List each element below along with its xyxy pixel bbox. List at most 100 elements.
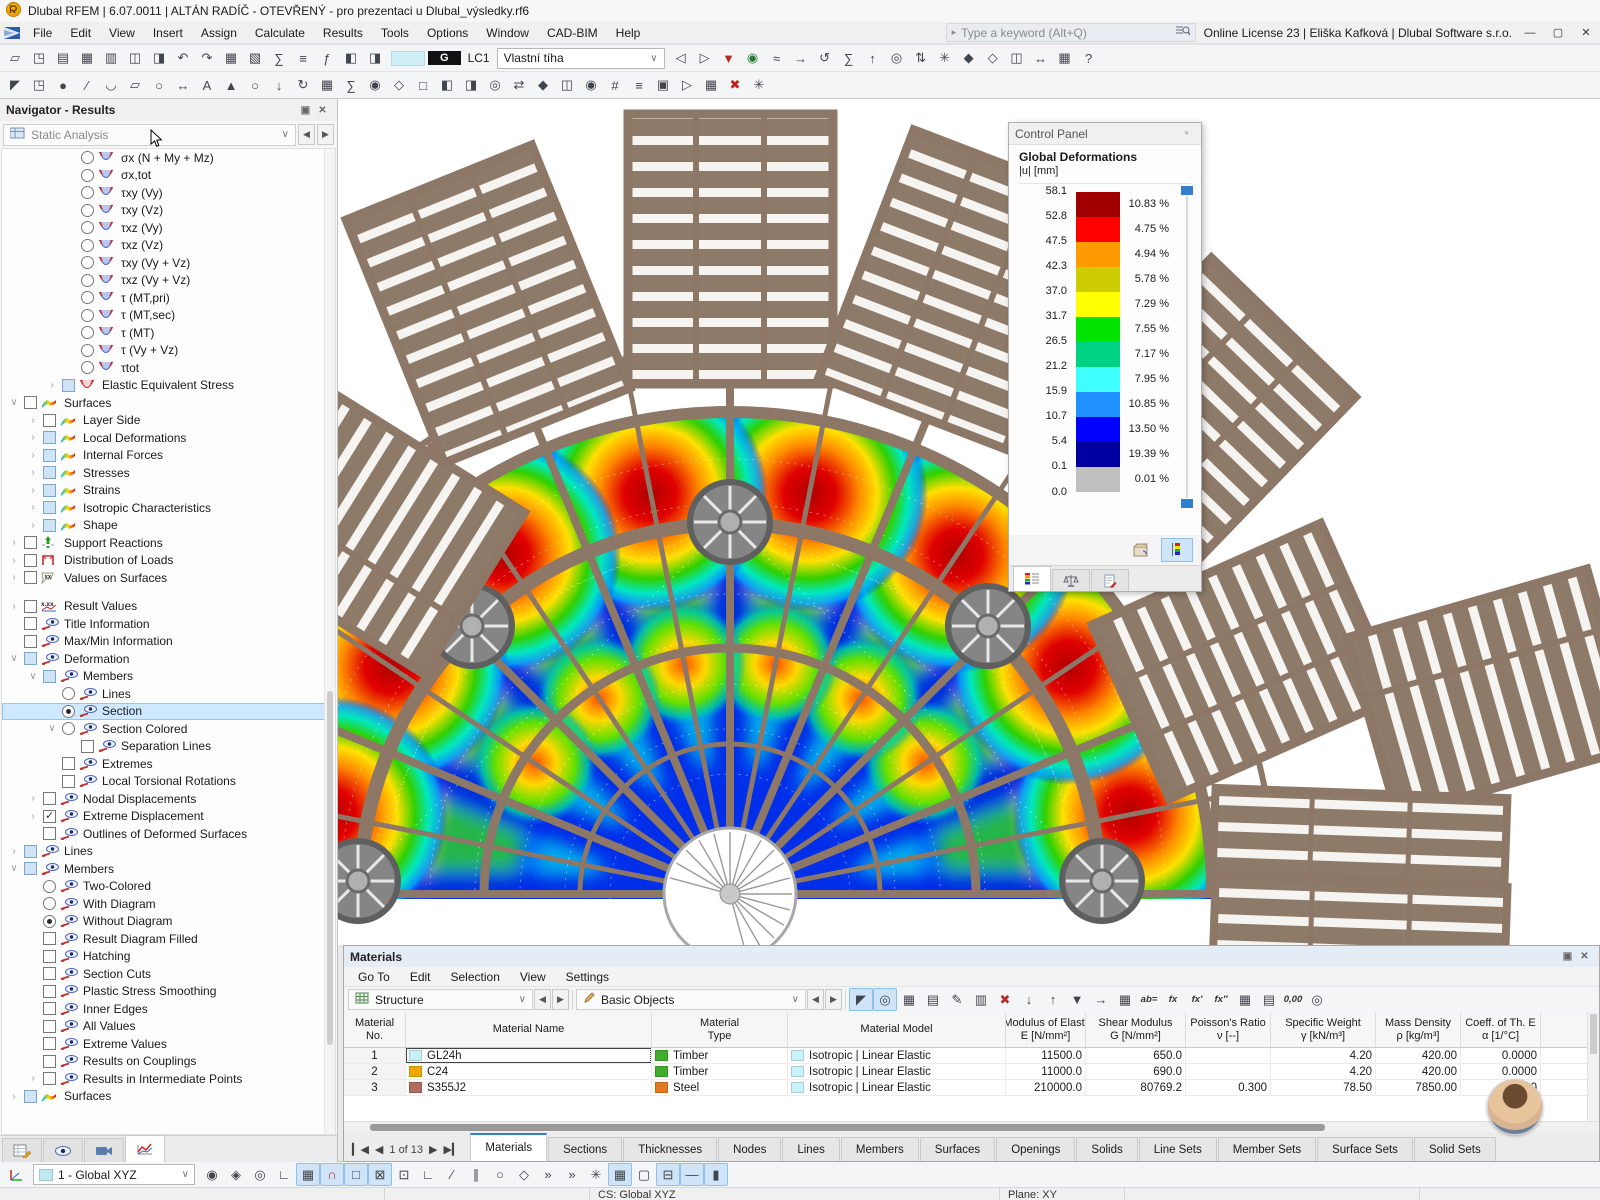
layers-icon[interactable]: ⊟ (656, 1163, 680, 1186)
deformation-model-view[interactable] (338, 99, 1600, 945)
tree-item[interactable]: › Shape (2, 517, 335, 535)
table-horizontal-scrollbar[interactable] (344, 1121, 1599, 1132)
expander-icon[interactable]: › (27, 485, 39, 496)
tree-item-control[interactable] (24, 635, 37, 648)
clipping-icon[interactable]: ◫ (1005, 47, 1029, 70)
reference-icon[interactable]: » (560, 1163, 584, 1186)
tree-item-control[interactable] (24, 862, 37, 875)
tree-item-control[interactable] (81, 186, 94, 199)
ortho-icon[interactable]: □ (344, 1163, 368, 1186)
dimension-icon[interactable]: ↔ (171, 74, 195, 97)
tree-scrollbar[interactable] (324, 149, 335, 1134)
function-2-icon[interactable]: fx′ (1185, 988, 1209, 1011)
tree-item-control[interactable] (43, 985, 56, 998)
tree-item-control[interactable] (81, 291, 94, 304)
material-type-cell[interactable]: Steel (652, 1080, 788, 1095)
table-tab[interactable]: Nodes (718, 1137, 781, 1161)
view-side-icon[interactable]: ◨ (459, 74, 483, 97)
tree-item[interactable]: › Nodal Displacements (2, 790, 335, 808)
panel-menu-icon[interactable]: ▫ (1178, 126, 1195, 142)
expander-icon[interactable]: ∨ (8, 653, 20, 664)
expander-icon[interactable]: › (27, 793, 39, 804)
column-header[interactable]: Material Model (788, 1012, 1006, 1047)
quadrant-snap-icon[interactable]: ◇ (512, 1163, 536, 1186)
tree-item-control[interactable] (81, 204, 94, 217)
extension-icon[interactable]: » (536, 1163, 560, 1186)
animation-icon[interactable]: ▷ (675, 74, 699, 97)
print-graphic-icon[interactable]: ▦ (1053, 47, 1077, 70)
tree-item-control[interactable] (43, 519, 56, 532)
tree-item[interactable]: With Diagram (2, 895, 335, 913)
hinge-tool-icon[interactable]: ○ (243, 74, 267, 97)
parallel-icon[interactable]: ∥ (464, 1163, 488, 1186)
tree-item-control[interactable] (81, 326, 94, 339)
select-relation-icon[interactable]: ◤ (849, 988, 873, 1011)
next-category-button[interactable]: ▶ (825, 989, 842, 1010)
save-icon[interactable]: ▤ (51, 47, 75, 70)
view-front-icon[interactable]: ◧ (435, 74, 459, 97)
export-excel-icon[interactable]: ▤ (1257, 988, 1281, 1011)
filter-results-icon[interactable]: ▼ (717, 47, 741, 70)
expander-icon[interactable]: › (27, 502, 39, 513)
tree-item[interactable]: › Support Reactions (2, 534, 335, 552)
tree-item[interactable]: τxz (Vz) (2, 237, 335, 255)
arc-tool-icon[interactable]: ◡ (99, 74, 123, 97)
select-window-icon[interactable]: ◳ (27, 74, 51, 97)
first-table-icon[interactable]: ▎◀ (352, 1143, 369, 1156)
expander-icon[interactable]: › (27, 467, 39, 478)
tree-item-control[interactable] (24, 652, 37, 665)
tree-item[interactable]: τxy (Vy) (2, 184, 335, 202)
maximize-table-icon[interactable]: ▣ (1559, 949, 1576, 965)
menu-item[interactable]: Options (418, 22, 477, 44)
expander-icon[interactable]: › (27, 1073, 39, 1084)
expander-icon[interactable]: › (8, 1091, 20, 1102)
next-table-button[interactable]: ▶ (552, 989, 569, 1010)
slider-handle-bottom[interactable] (1181, 499, 1193, 508)
display-properties-icon[interactable]: ◆ (531, 74, 555, 97)
guidelines-icon[interactable]: ▢ (632, 1163, 656, 1186)
analysis-type-selector[interactable]: Static Analysis ∨ (3, 124, 296, 146)
tree-item-control[interactable] (43, 827, 56, 840)
expander-icon[interactable]: › (8, 537, 20, 548)
show-results-2-icon[interactable]: ◉ (363, 74, 387, 97)
tree-item[interactable]: τ (Vy + Vz) (2, 342, 335, 360)
scrollbar-thumb[interactable] (1590, 1014, 1597, 1054)
menu-item[interactable]: Assign (192, 22, 246, 44)
menu-item[interactable]: Selection (441, 970, 510, 984)
nearest-icon[interactable]: ✳ (584, 1163, 608, 1186)
stresses-icon[interactable]: ∑ (837, 47, 861, 70)
column-header[interactable]: Material Name (406, 1012, 652, 1047)
material-type-cell[interactable]: Timber (652, 1048, 788, 1063)
expander-icon[interactable]: › (27, 450, 39, 461)
tables-icon[interactable]: ▦ (219, 47, 243, 70)
tree-item-control[interactable] (62, 722, 75, 735)
tree-item-control[interactable] (43, 414, 56, 427)
expander-icon[interactable]: › (8, 601, 20, 612)
view-top-icon[interactable]: □ (411, 74, 435, 97)
tree-item-control[interactable] (24, 845, 37, 858)
tree-item-control[interactable] (43, 431, 56, 444)
tree-item[interactable]: Outlines of Deformed Surfaces (2, 825, 335, 843)
menu-item[interactable]: Go To (348, 970, 400, 984)
panel-display-options-button[interactable] (1125, 538, 1157, 562)
tree-item-control[interactable] (43, 897, 56, 910)
column-header[interactable]: Mass Density ρ [kg/m³] (1376, 1012, 1461, 1047)
perpendicular-icon[interactable]: ∟ (416, 1163, 440, 1186)
load-tool-icon[interactable]: ↓ (267, 74, 291, 97)
tree-item[interactable]: ∨ Surfaces (2, 394, 335, 412)
tree-item[interactable]: › Internal Forces (2, 447, 335, 465)
filter-icon[interactable]: ▼ (1065, 988, 1089, 1011)
internal-forces-icon[interactable]: → (789, 47, 813, 70)
legend-color-swatch[interactable] (1076, 467, 1120, 492)
mesh-icon[interactable]: ▦ (315, 74, 339, 97)
tree-item-control[interactable] (43, 1002, 56, 1015)
delete-row-icon[interactable]: ✖ (993, 988, 1017, 1011)
undo-icon[interactable]: ↶ (171, 47, 195, 70)
tree-item-control[interactable] (62, 379, 75, 392)
open-icon[interactable]: ◳ (27, 47, 51, 70)
formulas-icon[interactable]: ƒ (315, 47, 339, 70)
previous-result-button[interactable]: ◀ (298, 124, 315, 145)
menu-item[interactable]: Help (607, 22, 650, 44)
menu-item[interactable]: View (510, 970, 556, 984)
tree-item[interactable]: τ (MT,pri) (2, 289, 335, 307)
